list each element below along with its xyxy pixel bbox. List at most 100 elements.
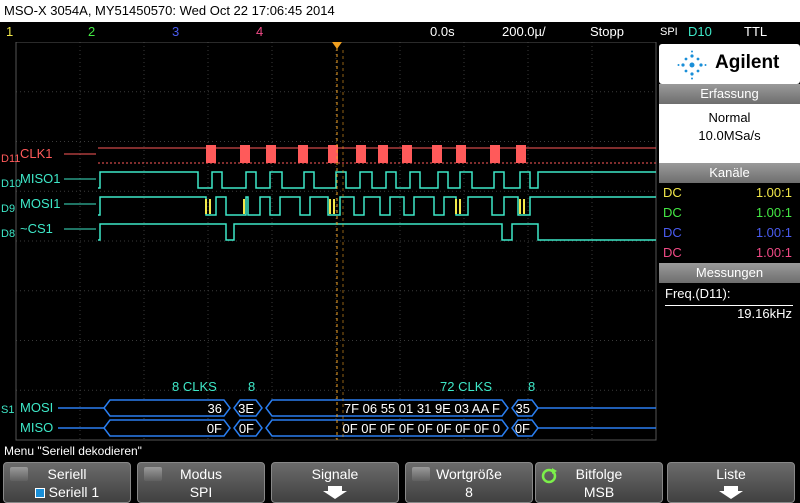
mosi1-trace: [98, 196, 656, 216]
digital-channel-name: CLK1: [20, 146, 53, 161]
miso-packet-text: 0F: [239, 421, 254, 436]
agilent-spark-icon: [677, 50, 707, 80]
trigger-source: D10: [688, 24, 712, 39]
channel-labels: D11 CLK1 D10MISO1 D9 MOSI1 D8 ~CS1: [1, 146, 96, 240]
serial-decode: 8 CLKS 8 72 CLKS 8 S1 MOSI MISO 36 3E 7F 06 55 01…: [1, 379, 656, 437]
measurement-value: 19.16kHz: [737, 306, 792, 321]
mosi-packet-text: 7F 06 55 01 31 9E 03 AA F: [344, 401, 500, 416]
cs1-trace: [98, 223, 656, 241]
measurements-header: Messungen: [659, 263, 800, 283]
serial-annotation: 8: [248, 379, 255, 394]
serial-annotation: 72 CLKS: [440, 379, 492, 394]
softkey-value: MSB: [583, 484, 615, 500]
softkey-signals[interactable]: Signale: [271, 462, 399, 503]
channel-row: DC 1.00:1: [659, 203, 800, 223]
clk-burst: [240, 145, 250, 163]
softkey-label: Bitfolge: [575, 466, 623, 482]
channel-probe-ratio: 1.00:1: [755, 225, 792, 240]
clk-burst: [490, 145, 500, 163]
mosi-packet-text: 3E: [238, 401, 254, 416]
digital-label-miso1: D10MISO1: [1, 171, 96, 190]
softkey-label: Wortgröße: [436, 466, 502, 482]
channel-probe-ratio: 1.00:1: [755, 185, 792, 200]
channel-row: DC 1.00:1: [659, 223, 800, 243]
grid: [15, 42, 657, 441]
serial-annotation: 8: [528, 379, 535, 394]
digital-channel-id: D11: [1, 153, 20, 165]
mosi-packet-text: 36: [208, 401, 222, 416]
timebase: 200.0µ/: [502, 24, 546, 39]
serial-color-swatch: [34, 488, 45, 498]
softkey-label: Signale: [311, 466, 359, 482]
channel-row: DC 1.00:1: [659, 183, 800, 203]
softkey-word-size[interactable]: Wortgröße 8: [405, 462, 533, 503]
clk-burst: [378, 145, 388, 163]
clk-burst: [456, 145, 466, 163]
softkey-value: 8: [465, 484, 473, 500]
clk-burst: [432, 145, 442, 163]
channel-1-indicator[interactable]: 1: [6, 22, 13, 42]
clk-burst: [328, 145, 338, 163]
softkey-bit-order[interactable]: Bitfolge MSB: [535, 462, 663, 503]
acquisition-mode: Normal: [708, 110, 751, 125]
serial-bus-label: S1: [1, 404, 14, 416]
clk-burst: [356, 145, 366, 163]
sample-rate: 10.0MSa/s: [698, 128, 761, 143]
softkey-label: Liste: [716, 466, 746, 482]
softkey-value: Seriell 1: [4, 484, 130, 500]
channel-row: DC 1.00:1: [659, 243, 800, 263]
status-row: 1 2 3 4 0.0s 200.0µ/ Stopp SPI D10 TTL: [0, 22, 800, 42]
miso-packet-text: 0F: [515, 421, 530, 436]
submenu-down-icon: [272, 484, 398, 503]
softkey-value-text: Seriell 1: [48, 484, 100, 500]
trigger-level: TTL: [744, 24, 768, 39]
trigger-type: SPI: [660, 26, 678, 38]
clk-burst: [516, 145, 526, 163]
channel-coupling: DC: [663, 185, 682, 200]
softkey-mode[interactable]: Modus SPI: [137, 462, 265, 503]
agilent-logo: Agilent: [659, 44, 800, 84]
miso1-trace: [98, 171, 656, 189]
digital-channel-name: ~CS1: [20, 221, 53, 236]
time-offset: 0.0s: [430, 24, 455, 39]
right-panel: Agilent Erfassung Normal 10.0MSa/s Kanäl…: [659, 42, 800, 442]
clk-burst: [266, 145, 276, 163]
digital-channel-name: MOSI1: [20, 196, 60, 211]
serial-miso-label: MISO: [20, 420, 53, 435]
run-state: Stopp: [590, 24, 624, 39]
channel-settings: DC 1.00:1 DC 1.00:1 DC 1.00:1 DC 1.00:1: [659, 183, 800, 263]
miso-packet-text: 0F: [207, 421, 222, 436]
miso-packet-text: 0F 0F 0F 0F 0F 0F 0F 0F 0: [343, 421, 501, 436]
waveform-display[interactable]: D11 CLK1 D10 MISO1 D9 MOSI1 D8 ~CS1 8 CLKS 8 72 C…: [0, 42, 658, 442]
channel-2-indicator[interactable]: 2: [88, 22, 95, 42]
menu-title: Menu "Seriell dekodieren": [0, 443, 800, 460]
channel-probe-ratio: 1.00:1: [755, 245, 792, 260]
digital-label-clk1: D11 CLK1: [1, 146, 96, 165]
brand-name: Agilent: [715, 52, 780, 73]
trigger-marker[interactable]: [332, 42, 344, 440]
channel-coupling: DC: [663, 205, 682, 220]
measurement-label: Freq.(D11):: [665, 286, 731, 301]
channel-3-indicator[interactable]: 3: [172, 22, 179, 42]
serial-annotation: 8 CLKS: [172, 379, 217, 394]
softkey-value: SPI: [189, 484, 213, 500]
softkey-list[interactable]: Liste: [667, 462, 795, 503]
channel-coupling: DC: [663, 245, 682, 260]
acquisition-box: Normal 10.0MSa/s: [659, 104, 800, 166]
window-title: MSO-X 3054A, MY51450570: Wed Oct 22 17:0…: [0, 0, 800, 22]
channels-header: Kanäle: [659, 163, 800, 183]
mosi-packet-text: 35: [516, 401, 530, 416]
softkey-bar: Seriell Seriell 1 Modus SPI Signale Wort…: [0, 460, 800, 503]
channel-probe-ratio: 1.00:1: [755, 205, 792, 220]
digital-channel-id: D9: [1, 203, 15, 215]
serial-mosi-label: MOSI: [20, 400, 53, 415]
softkey-serial[interactable]: Seriell Seriell 1: [3, 462, 131, 503]
digital-waveforms: [98, 145, 656, 241]
channel-4-indicator[interactable]: 4: [256, 22, 263, 42]
clk-burst: [206, 145, 216, 163]
digital-channel-id: D10: [1, 178, 21, 190]
softkey-label: Modus: [179, 466, 223, 482]
submenu-down-icon: [668, 484, 794, 503]
softkey-label: Seriell: [47, 466, 87, 482]
acquisition-header: Erfassung: [659, 84, 800, 104]
